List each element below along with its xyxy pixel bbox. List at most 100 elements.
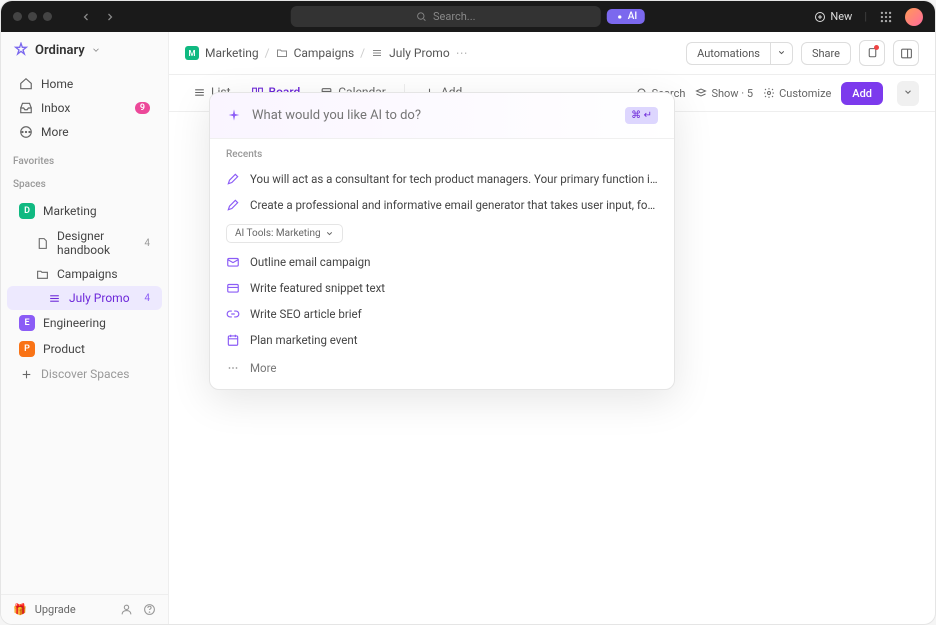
ai-more-button[interactable]: More [210,353,674,389]
sidebar-item-label: Inbox [41,101,70,115]
pencil-icon [226,172,240,186]
upgrade-icon: 🎁 [13,603,27,616]
ai-tool-seo-brief[interactable]: Write SEO article brief [210,301,674,327]
ai-tool-marketing-event[interactable]: Plan marketing event [210,327,674,353]
folder-icon [276,47,288,59]
space-icon: E [19,315,35,331]
search-icon [416,11,427,22]
recent-text: You will act as a consultant for tech pr… [250,172,658,186]
panel-toggle-button[interactable] [893,40,919,66]
chevron-down-icon [91,45,101,55]
notifications-button[interactable] [859,40,885,66]
sidebar-item-label: Discover Spaces [41,367,129,381]
recent-prompt[interactable]: You will act as a consultant for tech pr… [210,166,674,192]
user-avatar[interactable] [905,8,923,26]
ai-sparkle-icon [615,12,625,22]
tool-label: Outline email campaign [250,255,370,269]
person-icon[interactable] [120,603,133,616]
space-product[interactable]: P Product [7,336,162,362]
gear-icon [763,87,775,99]
apps-grid-icon[interactable] [879,10,893,24]
space-icon: D [19,203,35,219]
new-button[interactable]: New [814,10,852,23]
workspace-name: Ordinary [35,43,85,58]
recent-text: Create a professional and informative em… [250,198,658,212]
ai-tool-snippet[interactable]: Write featured snippet text [210,275,674,301]
card-icon [226,281,240,295]
count-badge: 4 [144,293,150,304]
list-july-promo[interactable]: July Promo 4 [7,286,162,310]
nav-forward[interactable] [100,7,120,27]
count-badge: 4 [144,238,150,249]
inbox-badge: 9 [135,102,150,114]
recent-prompt[interactable]: Create a professional and informative em… [210,192,674,218]
pencil-icon [226,198,240,212]
global-search[interactable]: Search... [291,6,601,27]
window-controls [13,12,52,21]
sidebar-item-label: Home [41,77,73,91]
spaces-section-label: Spaces [1,171,168,194]
more-label: More [250,361,277,375]
automations-dropdown[interactable] [770,42,793,65]
inbox-icon [19,101,33,115]
breadcrumb-list[interactable]: July Promo [389,46,450,60]
close-window[interactable] [13,12,22,21]
tool-label: Write featured snippet text [250,281,385,295]
tool-label: Write SEO article brief [250,307,362,321]
minimize-window[interactable] [28,12,37,21]
workspace-switcher[interactable]: Ordinary [1,32,168,68]
help-icon[interactable] [143,603,156,616]
sidebar-item-label: July Promo [69,291,130,305]
breadcrumb-folder[interactable]: Campaigns [294,46,355,60]
ai-tools-category[interactable]: AI Tools: Marketing [226,224,343,243]
link-icon [226,307,240,321]
sidebar-item-label: Product [43,342,85,356]
sidebar-item-label: More [41,125,69,139]
add-task-dropdown[interactable] [897,81,919,106]
sparkle-icon [226,108,242,124]
breadcrumb-space[interactable]: Marketing [205,46,259,60]
plus-circle-icon [814,11,826,23]
breadcrumb-more-icon[interactable]: ⋯ [456,46,468,60]
ai-panel: ⌘ ↵ Recents You will act as a consultant… [209,92,675,390]
layers-icon [695,87,707,99]
discover-spaces[interactable]: Discover Spaces [7,362,162,386]
customize-button[interactable]: Customize [763,87,831,100]
share-button[interactable]: Share [801,42,851,65]
list-icon [193,86,206,99]
add-task-button[interactable]: Add [841,82,883,105]
calendar-icon [226,333,240,347]
ai-tool-email-campaign[interactable]: Outline email campaign [210,249,674,275]
search-placeholder: Search... [433,10,476,23]
sidebar-item-label: Marketing [43,204,97,218]
more-icon [19,125,33,139]
dots-icon [226,361,240,375]
folder-campaigns[interactable]: Campaigns [7,262,162,286]
keyboard-hint: ⌘ ↵ [625,107,658,124]
sidebar-more[interactable]: More [7,120,162,144]
sidebar: Ordinary Home Inbox 9 More [1,32,169,624]
upgrade-button[interactable]: Upgrade [35,603,76,616]
ai-button[interactable]: AI [607,9,645,24]
doc-designer-handbook[interactable]: Designer handbook 4 [7,224,162,262]
document-icon [35,236,49,250]
space-marketing[interactable]: D Marketing [7,198,162,224]
content-area: M Marketing / Campaigns / July Promo ⋯ A… [169,32,935,624]
space-icon: P [19,341,35,357]
show-options[interactable]: Show · 5 [695,87,753,100]
space-engineering[interactable]: E Engineering [7,310,162,336]
chevron-down-icon [325,229,334,238]
sidebar-item-label: Designer handbook [57,229,136,257]
sidebar-home[interactable]: Home [7,72,162,96]
ai-prompt-input[interactable] [252,108,615,123]
notification-dot [874,45,879,50]
sidebar-item-label: Engineering [43,316,106,330]
chevron-down-icon [903,87,913,97]
breadcrumb-bar: M Marketing / Campaigns / July Promo ⋯ A… [169,32,935,75]
automations-button[interactable]: Automations [686,42,770,65]
sidebar-inbox[interactable]: Inbox 9 [7,96,162,120]
nav-back[interactable] [76,7,96,27]
panel-icon [900,47,913,60]
tool-label: Plan marketing event [250,333,358,347]
maximize-window[interactable] [43,12,52,21]
